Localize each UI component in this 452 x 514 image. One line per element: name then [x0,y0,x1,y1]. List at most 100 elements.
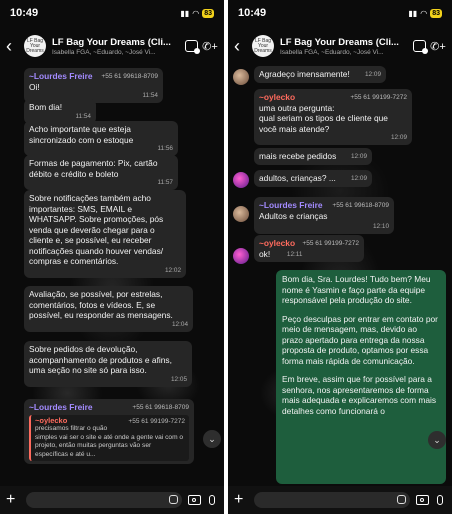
signal-icon: ▮▮ [408,8,418,18]
status-time: 10:49 [10,7,39,19]
message-time: 12:09 [351,153,367,160]
message-bubble[interactable]: Sobre notificações também acho important… [24,190,186,278]
message-text: uma outra pergunta: qual seriam os tipos… [259,102,388,134]
message-text: Acho importante que esteja sincronizado … [29,124,134,145]
message-bubble[interactable]: Acho importante que esteja sincronizado … [24,121,178,156]
video-call-button[interactable] [411,38,428,54]
message-text: Avaliação, se possível, por estrelas, co… [29,289,173,320]
back-icon[interactable]: ‹ [234,36,248,57]
chat-title[interactable]: LF Bag Your Dreams (Cli... [52,37,180,48]
signal-icon: ▮▮ [180,8,190,18]
message-time: 12:09 [391,134,407,141]
message-time: 11:56 [157,145,173,152]
quote-text: precisamos filtrar o quão simples vai se… [35,425,184,458]
mic-icon[interactable] [209,495,215,505]
battery-icon: 83 [202,8,214,18]
quote-phone: +55 61 99199-7272 [128,417,185,425]
video-call-icon [184,40,200,54]
sticker-icon[interactable] [169,495,178,504]
plus-icon[interactable]: + [234,491,248,509]
message-input[interactable] [254,492,410,508]
message-text: Oi! [29,81,40,92]
message-text: Sobre pedidos de devolução, acompanhamen… [29,344,172,375]
message-text: Sobre notificações também acho important… [29,193,164,266]
message-time: 12:10 [373,223,389,230]
sender-phone: +55 61 99199-7272 [302,240,359,247]
scroll-down-button[interactable]: ⌄ [203,430,221,448]
message-list[interactable]: +55 61 99618-8709 ~Lourdes Freire Oi! 11… [0,66,224,486]
message-time: 12:09 [351,175,367,182]
chat-subtitle[interactable]: Isabella FGA, ~Eduardo, ~José Vi... [280,49,408,56]
message-bubble-outgoing[interactable]: Bom dia, Sra. Lourdes! Tudo bem? Meu nom… [276,270,446,484]
message-time: 11:54 [75,112,91,120]
message-bubble[interactable]: Formas de pagamento: Pix, cartão débito … [24,155,178,190]
back-icon[interactable]: ‹ [6,36,20,57]
add-call-icon: ✆+ [202,40,218,53]
message-text: mais recebe pedidos [259,151,337,161]
message-time: 12:05 [171,375,187,383]
message-bubble[interactable]: Agradeço imensamente! 12:09 [254,66,386,83]
wifi-icon: ◠ [420,8,428,18]
participant-avatar[interactable] [233,206,249,222]
message-time: 12:09 [365,71,381,78]
message-bubble[interactable]: +55 61 99199-7272 ~oylecko uma outra per… [254,89,412,145]
group-avatar[interactable]: LF Bag Your Dreams [252,35,274,57]
chat-pane-left: 10:49 ▮▮ ◠ 83 ‹ LF Bag Your Dreams LF Ba… [0,0,224,514]
sticker-icon[interactable] [397,495,406,504]
message-bubble[interactable]: +55 61 99618-8709 ~Lourdes Freire Adulto… [254,197,394,234]
sender-phone: +55 61 99618-8709 [101,73,158,80]
video-call-button[interactable] [183,38,200,54]
message-time: 12:04 [172,320,188,328]
plus-icon[interactable]: + [6,491,20,509]
chat-pane-right: 10:49 ▮▮ ◠ 83 ‹ LF Bag Your Dreams LF Ba… [228,0,452,514]
message-bubble[interactable]: mais recebe pedidos 12:09 [254,148,372,165]
message-input[interactable] [26,492,182,508]
participant-avatar[interactable] [233,248,249,264]
mic-icon[interactable] [437,495,443,505]
battery-icon: 83 [430,8,442,18]
participant-avatar[interactable] [233,172,249,188]
scroll-down-button[interactable]: ⌄ [428,431,446,449]
sender-phone: +55 61 99618-8709 [132,404,189,411]
add-call-button[interactable]: ✆+ [202,38,218,54]
message-paragraph: Em breve, assim que for possível para a … [282,374,437,416]
message-bubble[interactable]: +55 61 99618-8709 ~Lourdes Freire +55 61… [24,399,194,465]
message-time: 12:11 [286,250,303,258]
message-time: 11:57 [157,179,173,186]
video-call-icon [412,40,428,54]
quoted-message[interactable]: +55 61 99199-7272 ~oylecko precisamos fi… [29,414,189,462]
message-text: Agradeço imensamente! [259,69,350,79]
message-text: Formas de pagamento: Pix, cartão débito … [29,158,158,179]
status-time: 10:49 [238,7,267,19]
chat-subtitle[interactable]: Isabella FGA, ~Eduardo, ~José Vi... [52,49,180,56]
chevron-down-icon: ⌄ [433,434,441,445]
status-bar: 10:49 ▮▮ ◠ 83 [228,0,452,26]
message-bubble[interactable]: +55 61 99618-8709 ~Lourdes Freire Oi! 11… [24,68,163,103]
status-bar: 10:49 ▮▮ ◠ 83 [0,0,224,26]
camera-icon[interactable] [188,495,201,505]
camera-icon[interactable] [416,495,429,505]
message-text: ok! [259,248,271,259]
message-bubble[interactable]: Avaliação, se possível, por estrelas, co… [24,286,193,332]
message-bubble[interactable]: Sobre pedidos de devolução, acompanhamen… [24,341,192,387]
message-composer: + [228,486,452,514]
group-avatar[interactable]: LF Bag Your Dreams [24,35,46,57]
message-text: Bom dia! [29,102,63,112]
message-bubble[interactable]: +55 61 99199-7272 ~oylecko ok! 12:11 [254,235,364,262]
message-time: 12:02 [165,266,181,274]
sender-phone: +55 61 99199-7272 [350,94,407,101]
wifi-icon: ◠ [192,8,200,18]
participant-avatar[interactable] [233,69,249,85]
message-bubble[interactable]: Bom dia! 11:54 [24,99,96,124]
add-call-button[interactable]: ✆+ [430,38,446,54]
message-list[interactable]: Agradeço imensamente! 12:09 +55 61 99199… [228,66,452,486]
chat-header[interactable]: ‹ LF Bag Your Dreams LF Bag Your Dreams … [0,26,224,66]
chat-title[interactable]: LF Bag Your Dreams (Cli... [280,37,408,48]
message-bubble[interactable]: adultos, crianças? ... 12:09 [254,170,372,187]
message-text: adultos, crianças? ... [259,173,336,183]
chat-header[interactable]: ‹ LF Bag Your Dreams LF Bag Your Dreams … [228,26,452,66]
message-text: Adultos e crianças [259,210,328,221]
chevron-down-icon: ⌄ [208,433,216,444]
message-composer: + [0,486,224,514]
message-paragraph: Peço desculpas por entrar em contato por… [282,313,438,366]
